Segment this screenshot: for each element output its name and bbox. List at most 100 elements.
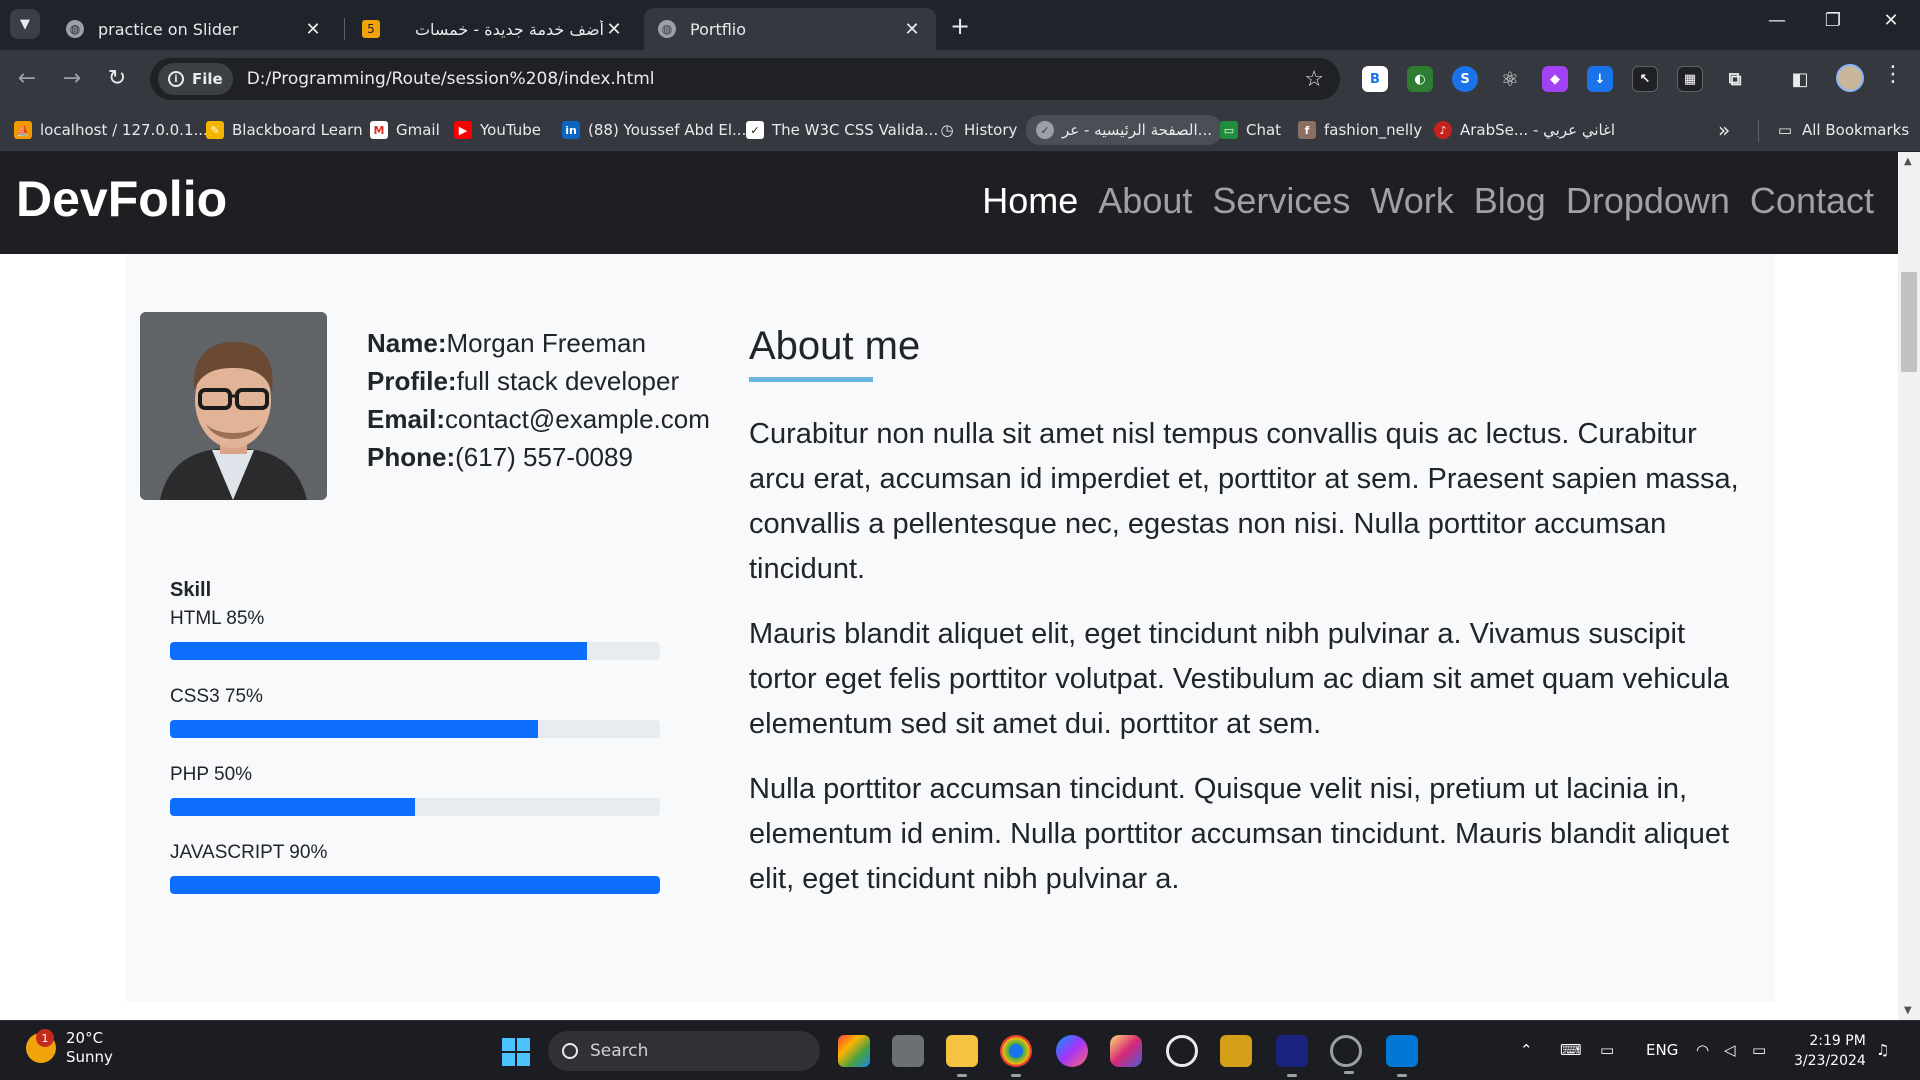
skill-css3: CSS3 75% (170, 686, 660, 738)
profile-value: full stack developer (456, 366, 680, 396)
about-paragraph: Nulla porttitor accumsan tincidunt. Quis… (749, 773, 1730, 895)
sun-icon: 1 (26, 1029, 56, 1063)
nav-work[interactable]: Work (1370, 180, 1453, 222)
nav-contact[interactable]: Contact (1750, 180, 1874, 222)
skill-progress-track (170, 876, 660, 894)
heading-underline (749, 377, 873, 382)
close-icon[interactable]: ✕ (604, 19, 624, 40)
wifi-icon[interactable]: ◠ (1696, 1041, 1709, 1059)
profile-email-row: Email:contact@example.com (367, 400, 710, 438)
chrome-icon[interactable] (1000, 1035, 1032, 1077)
extension-grid-icon[interactable]: ▦ (1677, 66, 1703, 92)
bookmark-linkedin[interactable]: in (88) Youssef Abd El... (562, 118, 746, 142)
volume-icon[interactable]: ◁ (1724, 1041, 1736, 1059)
scroll-up-arrow-icon[interactable]: ▲ (1904, 156, 1912, 167)
restore-icon[interactable]: ❐ (1818, 10, 1848, 31)
search-icon (562, 1043, 578, 1059)
skill-progress-track (170, 720, 660, 738)
all-bookmarks-button[interactable]: ▭ All Bookmarks (1776, 118, 1909, 142)
extension-cursor-icon[interactable]: ↖ (1632, 66, 1658, 92)
bookmark-star-icon[interactable]: ☆ (1304, 67, 1324, 92)
game-icon[interactable] (1220, 1035, 1252, 1067)
bookmark-w3c[interactable]: ✓ The W3C CSS Valida... (746, 118, 938, 142)
language-indicator[interactable]: ENG (1646, 1041, 1678, 1059)
vscode-icon[interactable] (1386, 1035, 1418, 1077)
bookmark-history[interactable]: ◷ History (938, 118, 1017, 142)
close-icon[interactable]: ✕ (902, 19, 922, 40)
side-panel-icon[interactable]: ◧ (1787, 66, 1813, 92)
nav-home[interactable]: Home (982, 180, 1078, 222)
bookmarks-bar: ⛵ localhost / 127.0.0.1... ✎ Blackboard … (0, 108, 1920, 152)
copilot-preview-icon[interactable] (838, 1035, 870, 1067)
tab-practice-on-slider[interactable]: ◍ practice on Slider ✕ (52, 8, 337, 50)
more-bookmarks-chevron-icon[interactable]: » (1718, 118, 1730, 142)
tab-khamsat[interactable]: 5 أضف خدمة جديدة - خمسات ✕ (348, 8, 638, 50)
extension-shazam-icon[interactable]: S (1452, 66, 1478, 92)
tab-title: أضف خدمة جديدة - خمسات (414, 19, 604, 39)
extension-download-icon[interactable]: ↓ (1587, 66, 1613, 92)
bookmark-fashion-nelly[interactable]: f fashion_nelly (1298, 118, 1422, 142)
brand-logo[interactable]: DevFolio (16, 170, 227, 228)
display-icon[interactable]: ▭ (1600, 1041, 1614, 1059)
new-tab-plus-icon[interactable]: + (950, 12, 970, 40)
extension-react-icon[interactable]: ⚛ (1497, 66, 1523, 92)
nav-blog[interactable]: Blog (1474, 180, 1546, 222)
site-info-chip[interactable]: i File (158, 63, 233, 95)
reload-icon[interactable]: ↻ (102, 64, 132, 94)
battery-icon[interactable]: ▭ (1752, 1041, 1766, 1059)
task-view-icon[interactable] (892, 1035, 924, 1067)
bookmark-label: fashion_nelly (1324, 121, 1423, 139)
nav-about[interactable]: About (1098, 180, 1192, 222)
tray-chevron-up-icon[interactable]: ⌃ (1520, 1041, 1533, 1059)
taskbar-clock[interactable]: 2:19 PM 3/23/2024 (1794, 1031, 1866, 1071)
bookmark-blackboard[interactable]: ✎ Blackboard Learn (206, 118, 363, 142)
forward-arrow-icon[interactable]: → (57, 64, 87, 94)
tab-separator (344, 18, 345, 40)
scroll-down-arrow-icon[interactable]: ▼ (1904, 1005, 1912, 1016)
weather-text: 20°C Sunny (66, 1029, 113, 1067)
weather-widget[interactable]: 1 20°C Sunny (26, 1029, 113, 1067)
about-section: About me Curabitur non nulla sit amet ni… (749, 324, 1749, 922)
keyboard-icon[interactable]: ⌨ (1560, 1041, 1582, 1059)
tab-title: Portflio (690, 19, 747, 39)
media-player-icon[interactable] (1330, 1035, 1362, 1074)
name-label: Name: (367, 328, 447, 358)
extension-purple-icon[interactable]: ◆ (1542, 66, 1568, 92)
bookmark-label: Chat (1246, 121, 1282, 139)
tab-portflio[interactable]: ◍ Portflio ✕ (644, 8, 936, 50)
screen-recorder-icon[interactable] (1166, 1035, 1198, 1067)
bookmark-localhost[interactable]: ⛵ localhost / 127.0.0.1... (14, 118, 208, 142)
scroll-thumb[interactable] (1901, 272, 1917, 372)
extension-google-earth-icon[interactable]: ◐ (1407, 66, 1433, 92)
close-window-icon[interactable]: ✕ (1876, 10, 1906, 31)
extension-b-icon[interactable]: B (1362, 66, 1388, 92)
bookmark-youtube[interactable]: ▶ YouTube (454, 118, 541, 142)
bookmark-gmail[interactable]: M Gmail (370, 118, 440, 142)
clock-date: 3/23/2024 (1794, 1053, 1866, 1069)
site-navbar: DevFolio Home About Services Work Blog D… (0, 152, 1898, 254)
minimize-icon[interactable]: — (1762, 10, 1792, 31)
l-app-icon[interactable] (1276, 1035, 1308, 1077)
bookmark-arabic-home[interactable]: ✓ الصفحة الرئيسيه - عر... (1026, 115, 1222, 145)
nav-dropdown[interactable]: Dropdown (1566, 180, 1730, 222)
file-explorer-icon[interactable] (946, 1035, 978, 1077)
address-bar[interactable]: i File D:/Programming/Route/session%208/… (150, 58, 1340, 100)
back-arrow-icon[interactable]: ← (12, 64, 42, 94)
messenger-icon[interactable] (1056, 1035, 1088, 1067)
instagram-icon[interactable] (1110, 1035, 1142, 1067)
close-icon[interactable]: ✕ (303, 19, 323, 40)
bookmark-chat[interactable]: ▭ Chat (1220, 118, 1281, 142)
notification-bell-icon[interactable]: ♫ (1876, 1041, 1889, 1059)
nav-services[interactable]: Services (1212, 180, 1350, 222)
profile-avatar[interactable] (1836, 64, 1864, 92)
tab-search-chevron-icon[interactable]: ▼ (10, 9, 40, 39)
page-scrollbar[interactable]: ▲ ▼ (1898, 152, 1920, 1020)
skill-javascript: JAVASCRIPT 90% (170, 842, 660, 894)
windows-start-icon[interactable] (502, 1038, 530, 1066)
url-text[interactable]: D:/Programming/Route/session%208/index.h… (247, 69, 1305, 89)
menu-kebab-icon[interactable]: ⋮ (1882, 62, 1904, 87)
bookmark-arabseed[interactable]: ♪ ArabSe... - اغاني عربي (1434, 118, 1615, 142)
taskbar-search[interactable]: Search (548, 1031, 820, 1071)
extensions-puzzle-icon[interactable]: ⧉ (1722, 66, 1748, 92)
folder-icon: ▭ (1777, 121, 1793, 139)
